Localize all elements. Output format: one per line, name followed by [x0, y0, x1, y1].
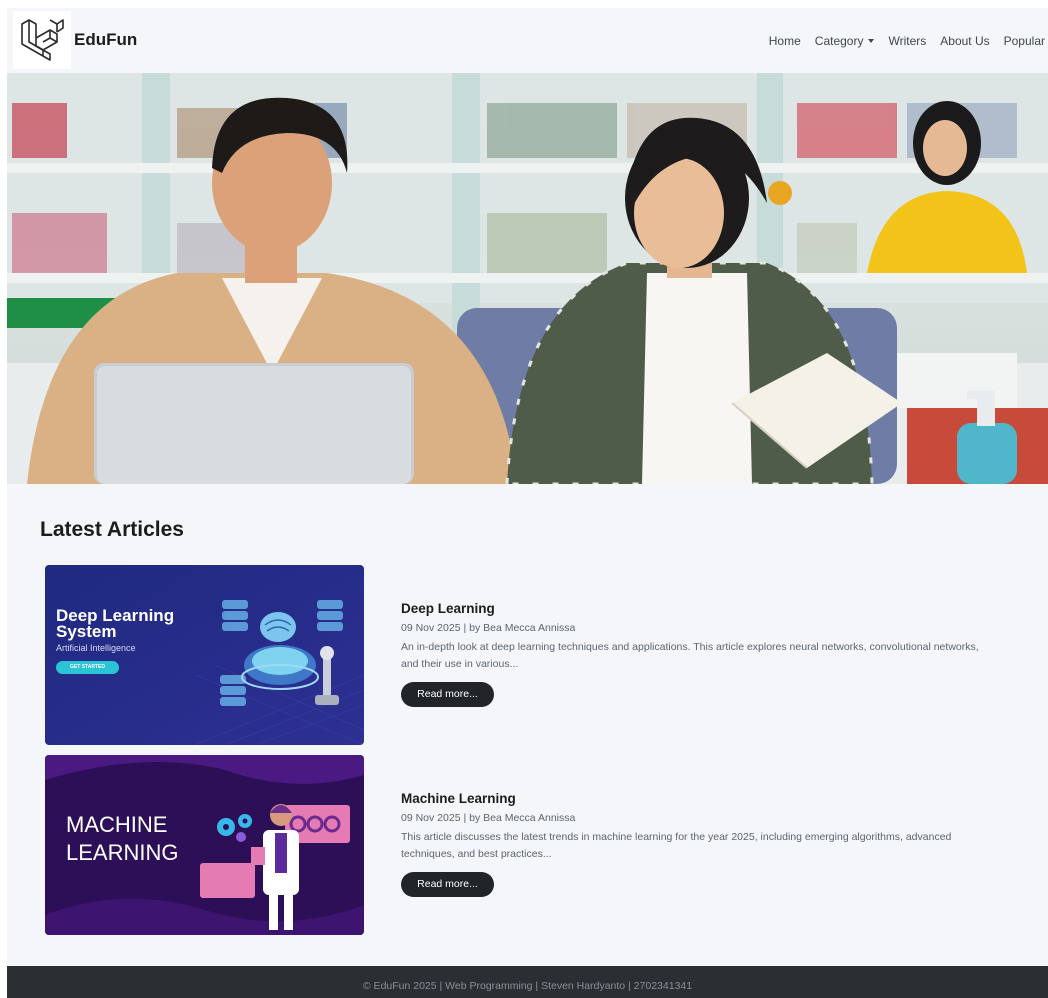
- nav-popular-label: Popular: [1003, 34, 1045, 48]
- article-title[interactable]: Machine Learning: [401, 791, 516, 806]
- nav-category-dropdown[interactable]: Category: [815, 34, 875, 48]
- article-meta: 09 Nov 2025 | by Bea Mecca Annissa: [401, 622, 576, 634]
- caret-down-icon: [868, 39, 875, 43]
- thumb-heading: Deep Learning System: [56, 607, 174, 641]
- footer-text: © EduFun 2025 | Web Programming | Steven…: [362, 980, 693, 992]
- thumb-heading-line2: LEARNING: [66, 840, 179, 865]
- article-card: Deep Learning System Artificial Intellig…: [45, 565, 1045, 745]
- latest-articles-heading: Latest Articles: [40, 518, 184, 541]
- navbar: EduFun Home Category Writers About Us Po…: [7, 8, 1048, 73]
- article-description: This article discusses the latest trends…: [401, 831, 952, 860]
- article-title[interactable]: Deep Learning: [401, 601, 495, 616]
- nav-home[interactable]: Home: [769, 34, 801, 48]
- nav-about-label: About Us: [940, 34, 990, 48]
- article-thumbnail[interactable]: Deep Learning System Artificial Intellig…: [45, 565, 364, 745]
- nav-about-us[interactable]: About Us: [940, 34, 989, 48]
- main-nav: Home Category Writers About Us Popular: [755, 34, 1045, 48]
- brand-logo[interactable]: [13, 11, 71, 69]
- article-thumbnail[interactable]: MACHINE LEARNING: [45, 755, 364, 935]
- students-in-library-photo: [7, 73, 1048, 484]
- article-meta: 09 Nov 2025 | by Bea Mecca Annissa: [401, 812, 576, 824]
- read-more-button[interactable]: Read more...: [401, 872, 494, 897]
- read-more-button[interactable]: Read more...: [401, 682, 494, 707]
- nav-writers[interactable]: Writers: [888, 34, 926, 48]
- thumb-cta-badge: GET STARTED: [56, 661, 119, 674]
- laravel-logo-icon: [21, 19, 64, 61]
- hero-image: [7, 73, 1048, 484]
- deep-learning-illustration: [45, 565, 364, 745]
- nav-writers-label: Writers: [888, 34, 927, 48]
- footer: © EduFun 2025 | Web Programming | Steven…: [7, 966, 1048, 998]
- thumb-heading: MACHINE LEARNING: [66, 811, 178, 867]
- article-description: An in-depth look at deep learning techni…: [401, 641, 979, 670]
- page: EduFun Home Category Writers About Us Po…: [7, 8, 1048, 998]
- thumb-heading-line1: MACHINE: [66, 812, 168, 837]
- brand-name[interactable]: EduFun: [74, 30, 137, 50]
- nav-home-label: Home: [768, 34, 801, 48]
- nav-popular[interactable]: Popular: [1004, 34, 1045, 48]
- thumb-heading-line2: System: [56, 622, 117, 641]
- nav-category-label: Category: [814, 34, 864, 48]
- article-card: MACHINE LEARNING Machine Learning 09 Nov…: [45, 755, 1045, 935]
- thumb-subtitle: Artificial Intelligence: [56, 643, 136, 653]
